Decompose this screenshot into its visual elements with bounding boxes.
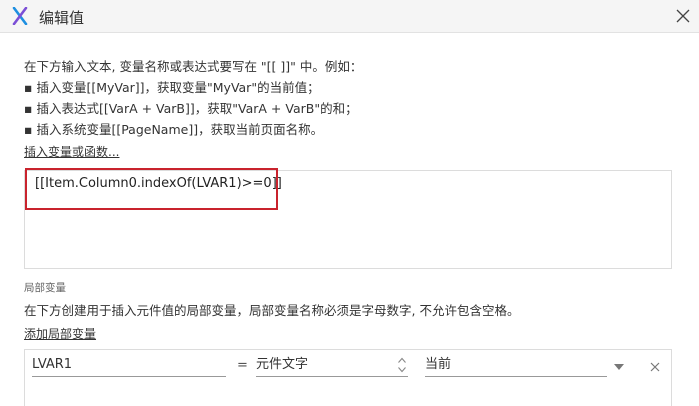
insert-variable-or-function-link[interactable]: 插入变量或函数...: [24, 143, 119, 160]
delete-row-icon[interactable]: [650, 362, 660, 372]
type-spinner-icon[interactable]: [397, 356, 407, 374]
local-variable-target-select[interactable]: 当前: [425, 356, 607, 377]
close-icon[interactable]: [674, 7, 692, 25]
axure-x-logo-icon: [12, 7, 28, 25]
local-variables-description: 在下方创建用于插入元件值的局部变量，局部变量名称必须是字母数字, 不允许包含空格…: [24, 303, 520, 318]
help-example: ▪ 插入表达式[[VarA + VarB]]，获取"VarA + VarB"的和…: [24, 101, 358, 116]
local-variable-name-input[interactable]: LVAR1: [32, 356, 226, 377]
help-text: 在下方输入文本, 变量名称或表达式要写在 "[[ ]]" 中。例如： ▪ 插入变…: [24, 56, 362, 140]
add-local-variable-link[interactable]: 添加局部变量: [24, 325, 96, 342]
equals-sign: =: [237, 358, 248, 373]
dialog-titlebar: 编辑值: [0, 0, 699, 33]
local-variables-section-title: 局部变量: [24, 282, 66, 294]
dialog-title: 编辑值: [39, 9, 85, 27]
help-example: ▪ 插入系统变量[[PageName]]，获取当前页面名称。: [24, 122, 324, 137]
help-intro: 在下方输入文本, 变量名称或表达式要写在 "[[ ]]" 中。例如：: [24, 59, 363, 74]
chevron-down-icon[interactable]: [614, 364, 624, 370]
local-variable-type-select[interactable]: 元件文字: [256, 356, 408, 377]
help-example: ▪ 插入变量[[MyVar]]，获取变量"MyVar"的当前值；: [24, 80, 320, 95]
highlight-box: [25, 168, 278, 210]
edit-value-dialog: 编辑值 在下方输入文本, 变量名称或表达式要写在 "[[ ]]" 中。例如： ▪…: [0, 0, 699, 406]
